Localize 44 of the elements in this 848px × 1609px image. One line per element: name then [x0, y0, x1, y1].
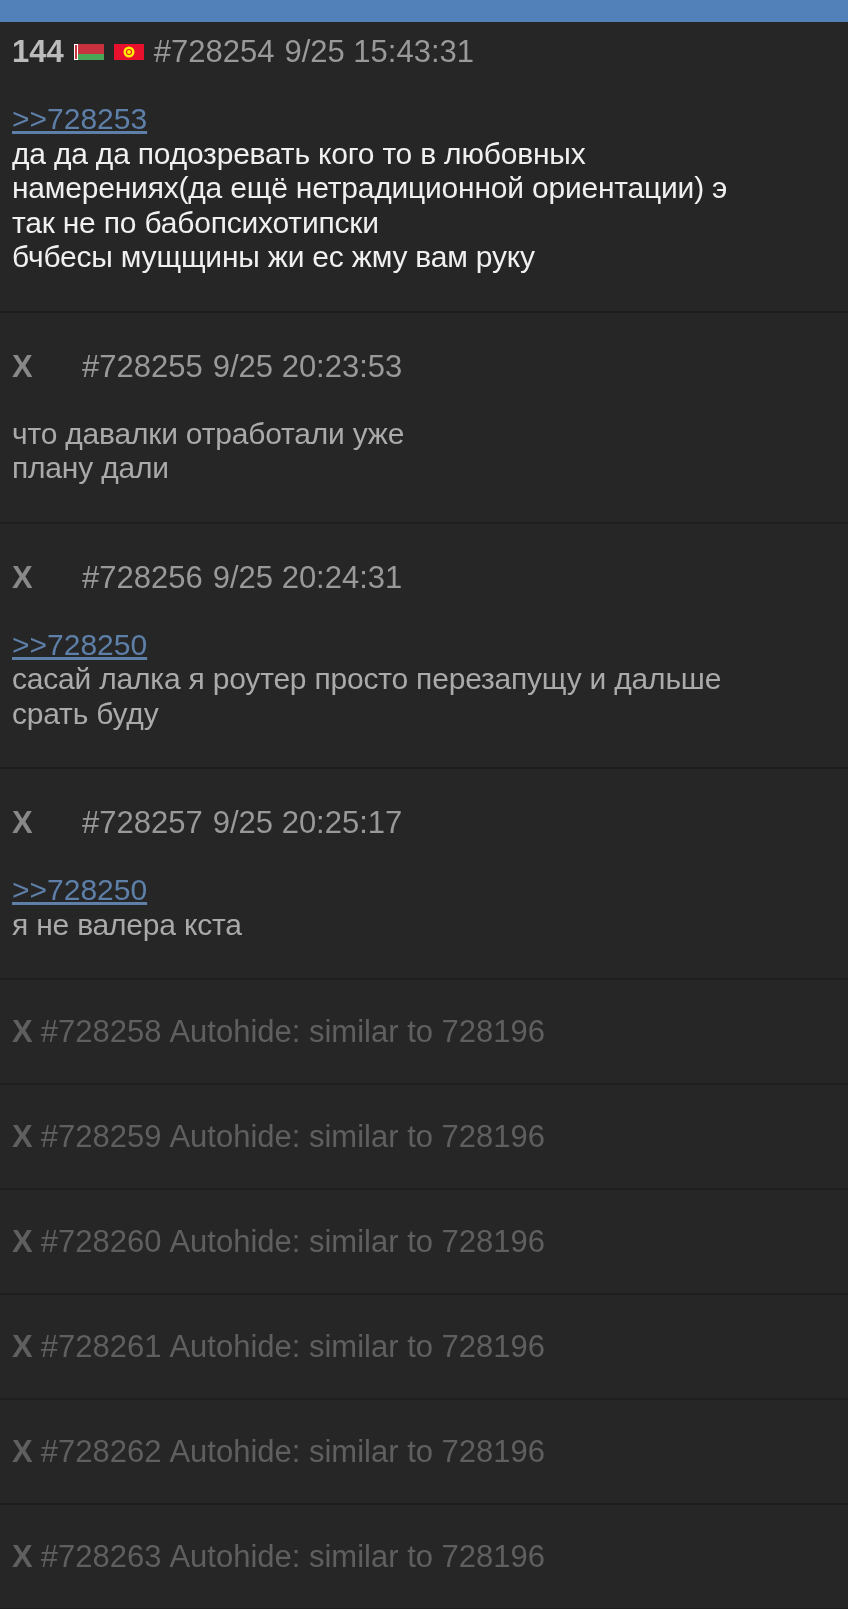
post-number[interactable]: #728261	[40, 1328, 162, 1365]
post-number[interactable]: #728257	[82, 805, 203, 841]
reply-link[interactable]: >>728250	[12, 873, 148, 908]
poster-name: X	[12, 1328, 33, 1365]
poster-name: X	[12, 1433, 33, 1470]
autohide-note: Autohide: similar to 728196	[169, 1538, 546, 1575]
autohide-note: Autohide: similar to 728196	[169, 1013, 546, 1050]
autohide-note: Autohide: similar to 728196	[169, 1328, 546, 1365]
sun-flag-icon	[113, 44, 144, 60]
post-text: да да да подозревать кого то в любовных	[12, 136, 586, 171]
post-text: я не валера кста	[12, 907, 242, 942]
post-number[interactable]: #728259	[40, 1118, 162, 1155]
autohide-note: Autohide: similar to 728196	[169, 1433, 546, 1470]
poster-name: X	[12, 1538, 33, 1575]
post-text: сасай лалка я роутер просто перезапущу и дальше	[12, 662, 722, 697]
post-number[interactable]: #728255	[82, 348, 203, 385]
post-text: срать буду	[12, 696, 159, 731]
post-date: 9/25 20:24:31	[212, 559, 403, 596]
post-date: 9/25 20:25:17	[212, 805, 403, 841]
post-number[interactable]: #728262	[40, 1433, 162, 1470]
post-date: 9/25 15:43:31	[284, 34, 475, 70]
post-date: 9/25 20:23:53	[212, 348, 403, 385]
striped-flag-icon	[73, 44, 104, 60]
poster-name: X	[12, 805, 34, 841]
post-number[interactable]: #728254	[153, 34, 275, 70]
poster-name: X	[12, 559, 34, 596]
poster-name: 144	[12, 34, 64, 70]
post-text: плану дали	[12, 451, 169, 486]
autohide-note: Autohide: similar to 728196	[169, 1118, 546, 1155]
post-text: что давалки отработали уже	[12, 416, 405, 451]
post-number[interactable]: #728263	[40, 1538, 162, 1575]
poster-name: X	[12, 348, 34, 385]
poster-name: X	[12, 1013, 33, 1050]
reply-link[interactable]: >>728253	[12, 102, 148, 137]
poster-name: X	[12, 1118, 33, 1155]
post-number[interactable]: #728260	[40, 1223, 162, 1260]
post-text: так не по бабопсихотипски	[12, 205, 379, 240]
reply-link[interactable]: >>728250	[12, 627, 148, 662]
post-number[interactable]: #728256	[82, 559, 203, 596]
post-text: бчбесы мущщины жи ес жму вам руку	[12, 240, 535, 275]
post-text: намерениях(да ещё нетрадиционной ориентации) э	[12, 171, 728, 206]
poster-name: X	[12, 1223, 33, 1260]
autohide-note: Autohide: similar to 728196	[169, 1223, 546, 1260]
post-number[interactable]: #728258	[40, 1013, 162, 1050]
